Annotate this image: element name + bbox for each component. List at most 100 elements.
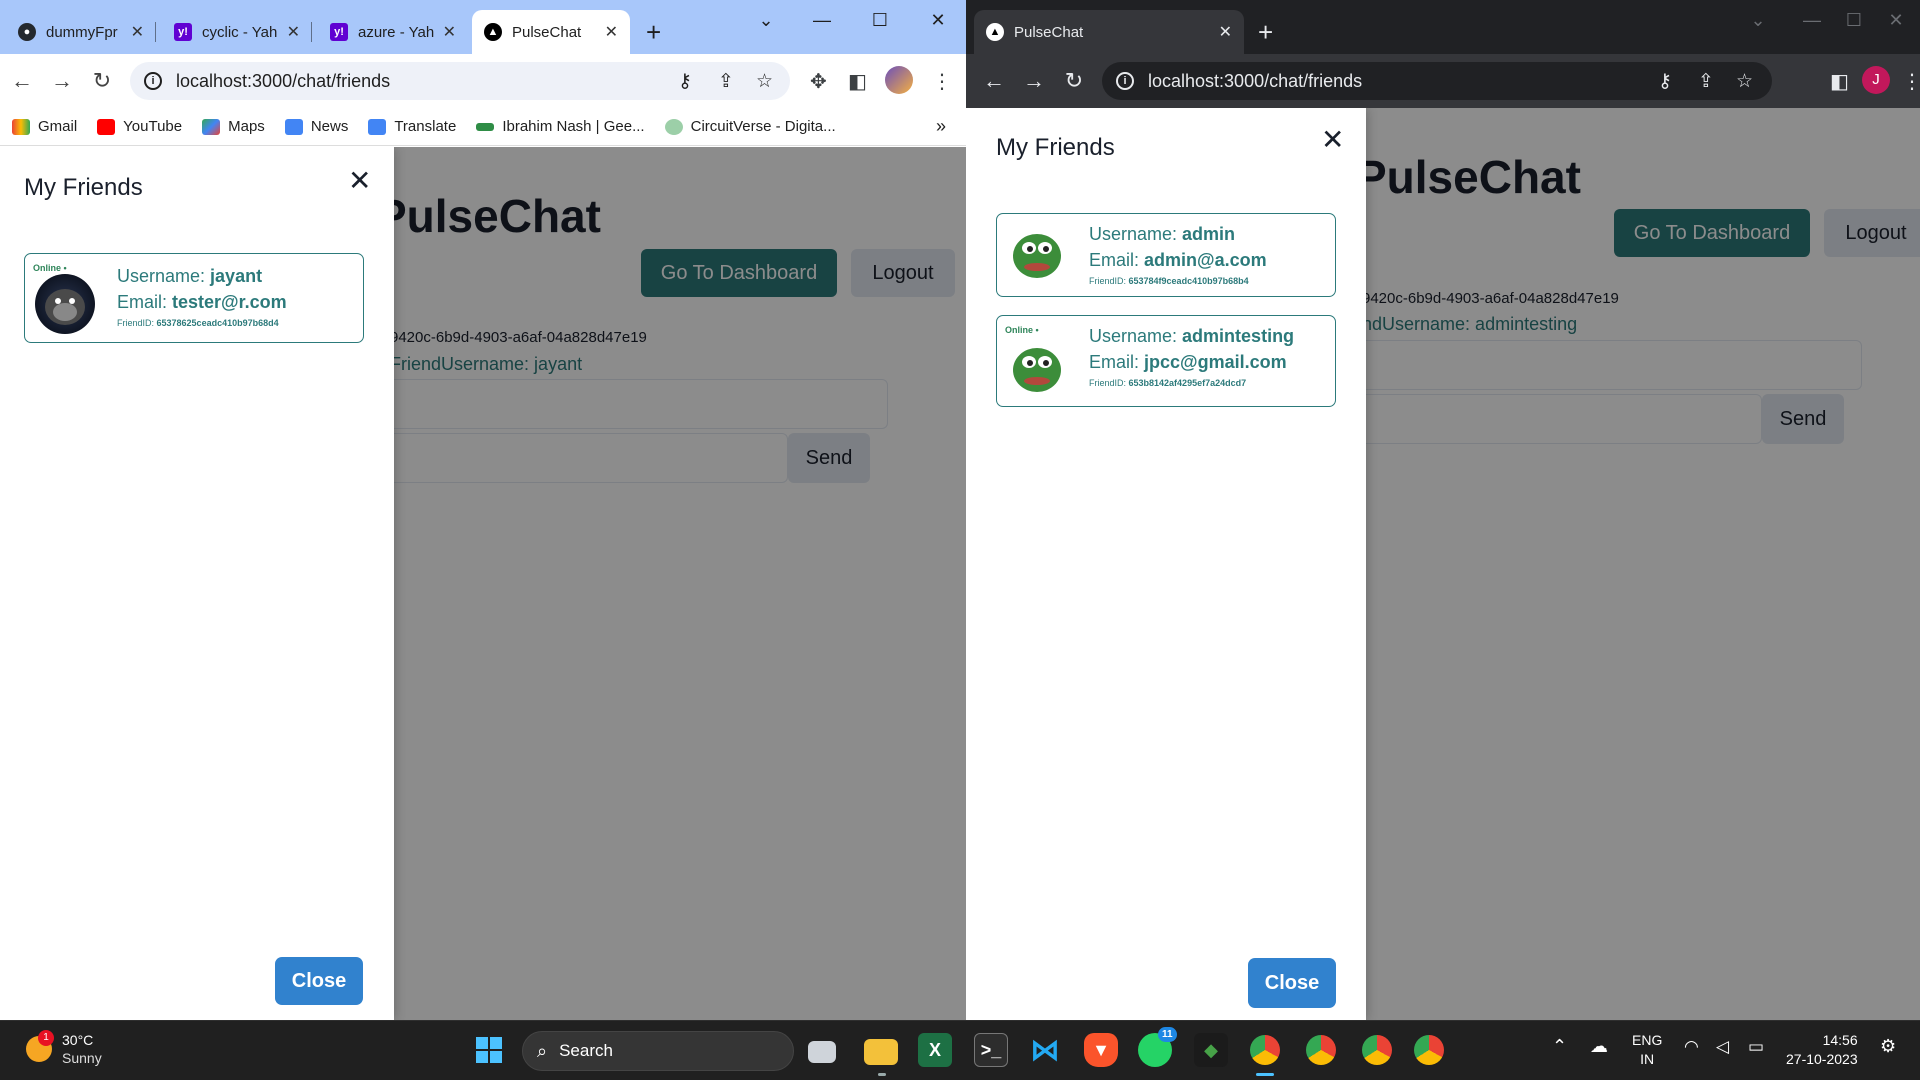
bookmark-label: YouTube: [123, 118, 183, 135]
tab-dummyfpr[interactable]: ● dummyFpr ✕: [6, 10, 156, 54]
back-arrow-icon[interactable]: ←: [974, 68, 1014, 94]
maximize-icon[interactable]: ☐: [860, 8, 900, 32]
tab-pulsechat[interactable]: ▲ PulseChat ✕: [472, 10, 630, 54]
chrome-icon[interactable]: [1250, 1035, 1280, 1065]
drawer-close-icon[interactable]: ✕: [348, 167, 371, 195]
running-indicator: [878, 1073, 886, 1076]
key-icon[interactable]: ⚷: [1658, 70, 1672, 93]
show-hidden-icons-chevron[interactable]: ⌃: [1552, 1037, 1567, 1056]
bookmark-geeks[interactable]: Ibrahim Nash | Gee...: [476, 118, 645, 135]
reload-icon[interactable]: ↻: [1054, 68, 1094, 94]
tab-title: dummyFpr: [46, 23, 118, 41]
share-icon[interactable]: ⇪: [1698, 70, 1714, 93]
tab-search-chevron-icon[interactable]: ⌄: [746, 8, 786, 32]
drawer-close-icon[interactable]: ✕: [1321, 126, 1344, 154]
friend-card[interactable]: Online • Username: admintesting Email: j…: [996, 315, 1336, 407]
chrome-profile-icon[interactable]: [1362, 1035, 1392, 1065]
whatsapp-icon[interactable]: 11: [1138, 1027, 1177, 1067]
bookmark-maps[interactable]: Maps: [202, 118, 265, 135]
side-panel-icon[interactable]: ◧: [848, 69, 867, 94]
wifi-icon[interactable]: ◠: [1684, 1037, 1699, 1056]
key-icon[interactable]: ⚷: [678, 70, 692, 93]
address-bar[interactable]: i localhost:3000/chat/friends ⚷ ⇪ ☆: [1102, 62, 1772, 100]
bookmark-gmail[interactable]: Gmail: [12, 118, 77, 135]
close-window-icon[interactable]: ✕: [1876, 8, 1916, 32]
url-text[interactable]: localhost:3000/chat/friends: [1148, 71, 1362, 92]
tab-search-chevron-icon[interactable]: ⌄: [1738, 8, 1778, 32]
friend-card[interactable]: Username: admin Email: admin@a.com Frien…: [996, 213, 1336, 297]
tab-pulsechat[interactable]: ▲ PulseChat ✕: [974, 10, 1244, 54]
battery-icon[interactable]: ▭: [1748, 1037, 1764, 1056]
translate-icon: [368, 118, 387, 135]
close-button[interactable]: Close: [1248, 958, 1336, 1008]
mongodb-compass-icon[interactable]: ◆: [1194, 1033, 1228, 1067]
language-indicator[interactable]: ENG IN: [1632, 1031, 1662, 1069]
weather-widget[interactable]: 1 30°C Sunny: [26, 1030, 102, 1067]
address-bar[interactable]: i localhost:3000/chat/friends ⚷ ⇪ ☆: [130, 62, 790, 100]
friend-username-line: Username: jayant: [117, 266, 262, 287]
friend-id-line: FriendID: 65378625ceadc410b97b68d4: [117, 318, 279, 328]
profile-avatar[interactable]: [885, 66, 913, 94]
file-explorer-icon[interactable]: [864, 1039, 898, 1065]
menu-kebab-icon[interactable]: ⋮: [1902, 69, 1920, 94]
yahoo-icon: y!: [330, 23, 348, 41]
close-tab-icon[interactable]: ✕: [443, 22, 456, 42]
taskbar-search[interactable]: ⌕ Search: [522, 1031, 794, 1071]
site-info-icon[interactable]: i: [144, 72, 162, 90]
close-tab-icon[interactable]: ✕: [287, 22, 300, 42]
minimize-icon[interactable]: —: [802, 8, 842, 32]
close-window-icon[interactable]: ✕: [918, 8, 958, 32]
close-tab-icon[interactable]: ✕: [1219, 22, 1232, 42]
chrome-profile-icon[interactable]: [1414, 1035, 1444, 1065]
forward-arrow-icon[interactable]: →: [1014, 68, 1054, 94]
bookmark-star-icon[interactable]: ☆: [756, 70, 773, 93]
onedrive-icon[interactable]: ☁: [1590, 1037, 1608, 1056]
bookmark-translate[interactable]: Translate: [368, 118, 456, 135]
friend-id-line: FriendID: 653b8142af4295ef7a24dcd7: [1089, 378, 1246, 388]
extensions-puzzle-icon[interactable]: ✥: [810, 69, 827, 94]
close-tab-icon[interactable]: ✕: [605, 22, 618, 42]
friends-drawer: My Friends ✕ Online • Username: jayant E…: [0, 147, 394, 1020]
online-status-badge: Online •: [33, 263, 67, 273]
bookmark-news[interactable]: News: [284, 118, 348, 135]
tab-azure[interactable]: y! azure - Yah ✕: [318, 10, 468, 54]
active-app-indicator: [1256, 1073, 1274, 1076]
bookmark-star-icon[interactable]: ☆: [1736, 70, 1753, 93]
url-text[interactable]: localhost:3000/chat/friends: [176, 71, 390, 92]
close-tab-icon[interactable]: ✕: [131, 22, 144, 42]
site-info-icon[interactable]: i: [1116, 72, 1134, 90]
bookmark-label: Gmail: [38, 118, 78, 135]
friend-username: admin: [1182, 224, 1236, 244]
forward-arrow-icon[interactable]: →: [42, 68, 82, 94]
profile-avatar[interactable]: J: [1862, 66, 1890, 94]
clock[interactable]: 14:56 27-10-2023: [1786, 1031, 1858, 1069]
new-tab-plus-icon[interactable]: +: [1258, 14, 1273, 50]
new-tab-plus-icon[interactable]: +: [646, 14, 661, 50]
bookmark-youtube[interactable]: YouTube: [97, 118, 182, 135]
terminal-icon[interactable]: >_: [974, 1033, 1008, 1067]
excel-icon[interactable]: X: [918, 1033, 952, 1067]
close-button[interactable]: Close: [275, 957, 363, 1005]
vscode-icon[interactable]: ⋈: [1028, 1033, 1062, 1067]
friend-card[interactable]: Online • Username: jayant Email: tester@…: [24, 253, 364, 343]
bookmark-label: Ibrahim Nash | Gee...: [502, 118, 645, 135]
windows-start-icon[interactable]: [472, 1033, 506, 1067]
bookmark-circuitverse[interactable]: CircuitVerse - Digita...: [664, 118, 836, 135]
task-view-icon[interactable]: [808, 1041, 836, 1063]
tab-separator: [311, 22, 312, 42]
friend-email: tester@r.com: [172, 292, 287, 312]
minimize-icon[interactable]: —: [1792, 8, 1832, 32]
reload-icon[interactable]: ↻: [82, 68, 122, 94]
menu-kebab-icon[interactable]: ⋮: [932, 69, 952, 94]
back-arrow-icon[interactable]: ←: [2, 68, 42, 94]
tab-cyclic[interactable]: y! cyclic - Yah ✕: [162, 10, 312, 54]
volume-icon[interactable]: ◁: [1716, 1037, 1729, 1056]
share-icon[interactable]: ⇪: [718, 70, 734, 93]
notifications-icon[interactable]: ⚙: [1880, 1037, 1896, 1056]
side-panel-icon[interactable]: ◧: [1830, 69, 1849, 94]
maximize-icon[interactable]: ☐: [1834, 8, 1874, 32]
tab-title: azure - Yah: [358, 23, 435, 41]
chrome-profile-icon[interactable]: [1306, 1035, 1336, 1065]
brave-icon[interactable]: ▼: [1084, 1033, 1118, 1067]
more-bookmarks-icon[interactable]: »: [936, 116, 946, 137]
